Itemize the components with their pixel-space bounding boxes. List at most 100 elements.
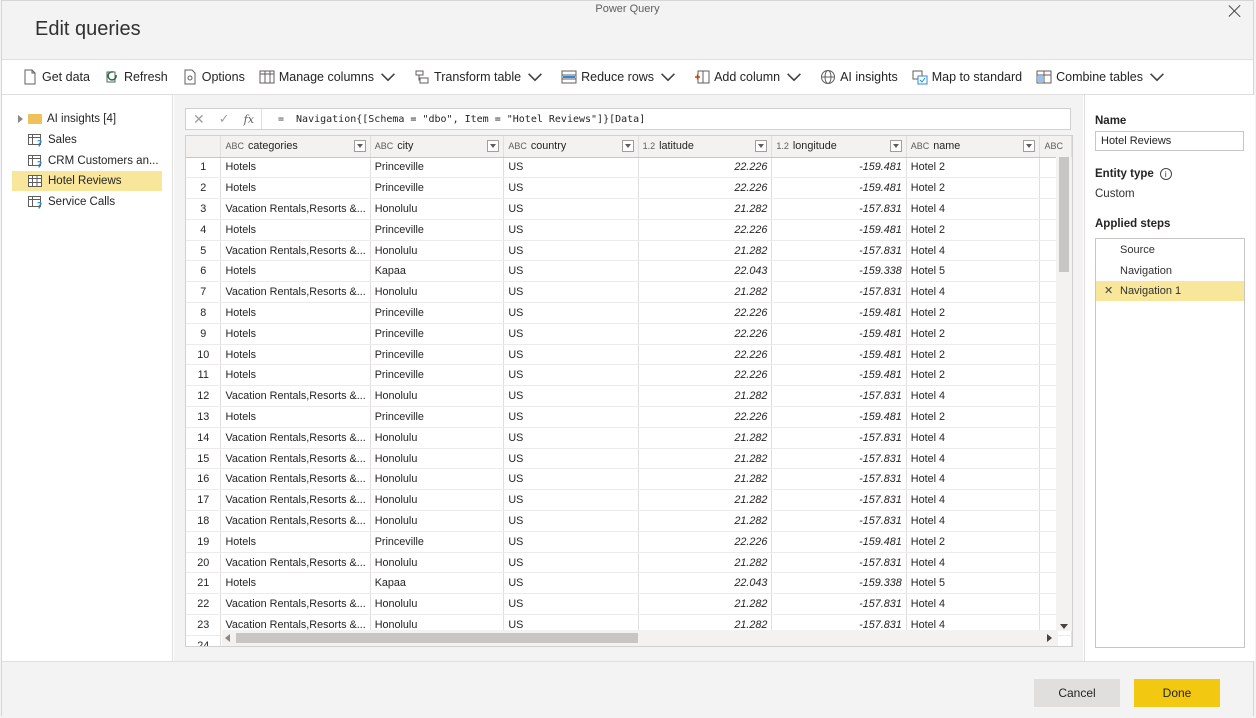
step-navigation[interactable]: Navigation xyxy=(1096,261,1244,281)
column-header[interactable]: ABC city xyxy=(370,136,505,158)
expand-icon[interactable] xyxy=(18,115,23,123)
transform-table-button[interactable]: Transform table xyxy=(410,63,551,91)
table-cell[interactable]: US xyxy=(503,427,639,449)
table-cell[interactable]: -159.481 xyxy=(771,219,907,241)
table-cell[interactable]: Hotel 4 xyxy=(906,489,1041,512)
table-row[interactable]: 19 Hotels Princeville US 22.226 -159.481 Hotel… xyxy=(186,531,1072,553)
table-cell[interactable]: -159.481 xyxy=(771,406,907,428)
table-cell[interactable]: -159.481 xyxy=(771,344,907,366)
info-icon[interactable]: i xyxy=(1159,168,1172,180)
row-number-cell[interactable]: 3 xyxy=(186,198,222,220)
table-row[interactable]: 21 Hotels Kapaa US 22.043 -159.338 Hotel 5 xyxy=(186,572,1072,595)
table-cell[interactable]: Hotel 2 xyxy=(906,302,1041,324)
table-cell[interactable]: Hotel 2 xyxy=(906,323,1041,345)
column-header[interactable]: ABC categories xyxy=(220,136,371,158)
table-row[interactable]: 20 Vacation Rentals,Resorts &... Honolulu U… xyxy=(186,552,1072,574)
table-cell[interactable]: Hotels xyxy=(220,219,371,241)
table-cell[interactable]: -157.831 xyxy=(771,281,907,304)
table-cell[interactable]: Hotel 2 xyxy=(906,177,1041,200)
table-cell[interactable]: US xyxy=(503,593,639,616)
table-cell[interactable]: Princeville xyxy=(370,219,505,241)
table-cell[interactable]: 22.226 xyxy=(638,157,773,179)
table-cell[interactable]: Honolulu xyxy=(370,240,505,262)
row-number-cell[interactable]: 9 xyxy=(186,323,222,345)
table-cell[interactable]: Hotel 4 xyxy=(906,593,1041,616)
table-cell[interactable]: 21.282 xyxy=(638,593,773,616)
table-cell[interactable]: Hotels xyxy=(220,157,371,179)
table-cell[interactable]: Vacation Rentals,Resorts &... xyxy=(220,510,371,532)
table-cell[interactable]: US xyxy=(503,198,639,220)
table-cell[interactable]: 21.282 xyxy=(638,281,773,304)
table-cell[interactable]: -159.481 xyxy=(771,531,907,553)
table-cell[interactable]: US xyxy=(503,468,639,491)
table-cell[interactable]: Hotel 2 xyxy=(906,364,1041,387)
table-cell[interactable]: 21.282 xyxy=(638,552,773,574)
table-cell[interactable]: 21.282 xyxy=(638,510,773,532)
table-row[interactable]: 9 Hotels Princeville US 22.226 -159.481 Hotel … xyxy=(186,323,1072,345)
column-header[interactable]: 1.2 longitude xyxy=(771,136,907,158)
row-number-cell[interactable]: 16 xyxy=(186,468,222,491)
table-cell[interactable]: Honolulu xyxy=(370,489,505,512)
table-cell[interactable]: Hotels xyxy=(220,572,371,595)
table-row[interactable]: 16 Vacation Rentals,Resorts &... Honolulu U… xyxy=(186,468,1072,491)
table-cell[interactable]: US xyxy=(503,489,639,512)
table-cell[interactable]: US xyxy=(503,157,639,179)
table-cell[interactable]: US xyxy=(503,260,639,283)
table-cell[interactable]: US xyxy=(503,323,639,345)
table-cell[interactable]: -159.481 xyxy=(771,364,907,387)
table-row[interactable]: 2 Hotels Princeville US 22.226 -159.481 Hotel … xyxy=(186,177,1072,200)
row-number-cell[interactable]: 24 xyxy=(186,635,222,646)
table-cell[interactable]: Vacation Rentals,Resorts &... xyxy=(220,468,371,491)
manage-columns-button[interactable]: Manage columns xyxy=(255,63,404,91)
table-row[interactable]: 7 Vacation Rentals,Resorts &... Honolulu US… xyxy=(186,281,1072,304)
row-number-cell[interactable]: 17 xyxy=(186,489,222,512)
table-cell[interactable]: 22.043 xyxy=(638,572,773,595)
table-row[interactable]: 14 Vacation Rentals,Resorts &... Honolulu U… xyxy=(186,427,1072,449)
table-cell[interactable]: US xyxy=(503,281,639,304)
table-cell[interactable]: Vacation Rentals,Resorts &... xyxy=(220,427,371,449)
table-row[interactable]: 17 Vacation Rentals,Resorts &... Honolulu U… xyxy=(186,489,1072,512)
table-cell[interactable]: Vacation Rentals,Resorts &... xyxy=(220,448,371,470)
column-type-icon[interactable]: ABC xyxy=(375,141,394,151)
row-number-cell[interactable]: 15 xyxy=(186,448,222,470)
table-cell[interactable]: Princeville xyxy=(370,323,505,345)
row-number-cell[interactable]: 12 xyxy=(186,385,222,408)
table-cell[interactable]: Princeville xyxy=(370,344,505,366)
table-cell[interactable]: -157.831 xyxy=(771,448,907,470)
table-row[interactable]: 6 Hotels Kapaa US 22.043 -159.338 Hotel 5 xyxy=(186,260,1072,283)
table-row[interactable]: 1 Hotels Princeville US 22.226 -159.481 Hotel … xyxy=(186,157,1072,179)
row-number-header[interactable] xyxy=(186,136,222,158)
options-button[interactable]: Options xyxy=(178,63,249,91)
table-cell[interactable]: Honolulu xyxy=(370,385,505,408)
table-row[interactable]: 5 Vacation Rentals,Resorts &... Honolulu US… xyxy=(186,240,1072,262)
row-number-cell[interactable]: 18 xyxy=(186,510,222,532)
table-cell[interactable]: Hotels xyxy=(220,406,371,428)
row-number-cell[interactable]: 19 xyxy=(186,531,222,553)
table-cell[interactable]: Hotel 4 xyxy=(906,427,1041,449)
table-cell[interactable]: 21.282 xyxy=(638,385,773,408)
table-cell[interactable]: -157.831 xyxy=(771,489,907,512)
get-data-button[interactable]: Get data xyxy=(18,63,94,91)
table-row[interactable]: 13 Hotels Princeville US 22.226 -159.481 Hotel… xyxy=(186,406,1072,428)
table-row[interactable]: 12 Vacation Rentals,Resorts &... Honolulu U… xyxy=(186,385,1072,408)
table-cell[interactable]: Hotel 2 xyxy=(906,344,1041,366)
table-cell[interactable]: Princeville xyxy=(370,364,505,387)
table-cell[interactable]: US xyxy=(503,240,639,262)
column-header[interactable]: ABC country xyxy=(503,136,639,158)
scroll-down-arrow-icon[interactable] xyxy=(1060,624,1068,629)
column-filter-dropdown-icon[interactable] xyxy=(1023,140,1036,152)
row-number-cell[interactable]: 13 xyxy=(186,406,222,428)
table-cell[interactable]: Honolulu xyxy=(370,198,505,220)
column-type-icon[interactable]: ABC xyxy=(508,141,527,151)
table-cell[interactable]: 22.226 xyxy=(638,531,773,553)
table-cell[interactable]: 21.282 xyxy=(638,448,773,470)
table-cell[interactable]: 22.226 xyxy=(638,219,773,241)
table-cell[interactable]: Hotel 4 xyxy=(906,240,1041,262)
column-type-icon[interactable]: ABC xyxy=(1044,141,1063,151)
row-number-cell[interactable]: 14 xyxy=(186,427,222,449)
table-cell[interactable]: Hotel 5 xyxy=(906,260,1041,283)
table-cell[interactable]: Hotels xyxy=(220,260,371,283)
row-number-cell[interactable]: 4 xyxy=(186,219,222,241)
row-number-cell[interactable]: 20 xyxy=(186,552,222,574)
table-cell[interactable]: -159.338 xyxy=(771,572,907,595)
